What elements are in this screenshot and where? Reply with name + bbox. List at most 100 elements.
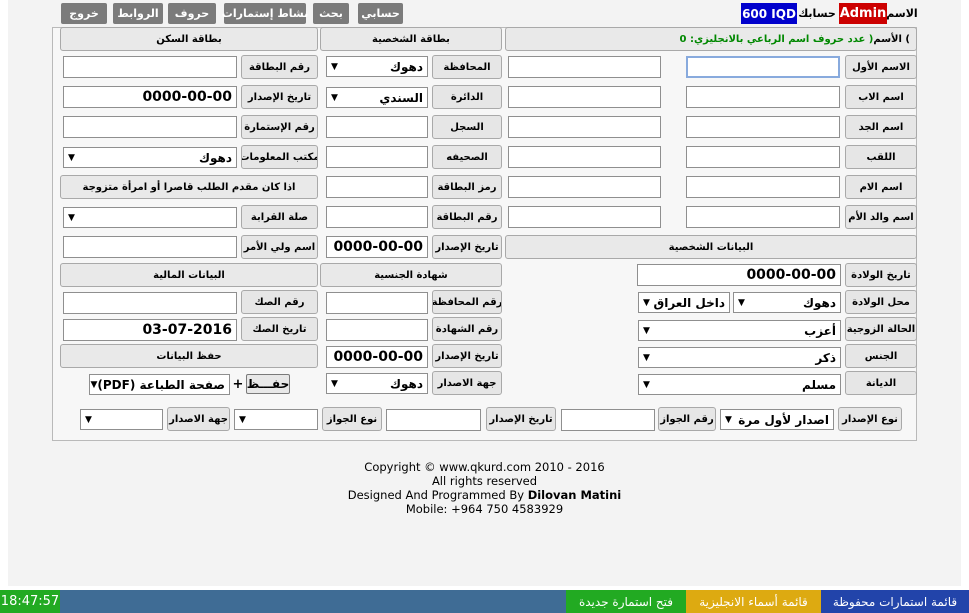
footer: Copyright © www.qkurd.com 2010 - 2016 Al…: [0, 460, 969, 516]
id-issue-date-label: تاريخ الإصدار: [432, 235, 502, 259]
dropdown-arrow-icon: ▼: [90, 379, 98, 390]
birth-city-value: دهوك: [803, 295, 836, 310]
plus-sign: +: [232, 376, 244, 392]
first-name-input[interactable]: [686, 56, 840, 78]
marital-status-select[interactable]: أعزب ▼: [638, 320, 841, 341]
mother-name-input[interactable]: [686, 176, 840, 198]
governorate-value: دهوك: [390, 59, 423, 74]
english-names-tab[interactable]: قائمة أسماء الانجليزية: [686, 590, 821, 613]
my-account-button[interactable]: حسابي: [358, 3, 403, 24]
page-input[interactable]: [326, 146, 428, 168]
cert-issue-date-label: تاريخ الإصدار: [432, 344, 502, 368]
clock: 18:47:57: [0, 590, 60, 613]
record-input[interactable]: [326, 116, 428, 138]
residence-card-number-input[interactable]: [63, 56, 237, 78]
card-code-input[interactable]: [326, 176, 428, 198]
dropdown-arrow-icon: ▼: [68, 152, 75, 163]
id-issue-date-input[interactable]: 0000-00-00: [326, 236, 428, 258]
save-button[interactable]: حفـــظ: [246, 374, 290, 394]
designer-name: Dilovan Matini: [527, 488, 622, 502]
passport-issue-date-label: تاريخ الإصدار: [486, 407, 556, 431]
mother-name-en-input[interactable]: [508, 176, 661, 198]
grandfather-name-input[interactable]: [686, 116, 840, 138]
logout-button[interactable]: خروج: [61, 3, 107, 24]
mobile-text: Mobile: +964 750 4583929: [405, 502, 564, 516]
grandfather-name-en-input[interactable]: [508, 116, 661, 138]
surname-label: اللقب: [845, 145, 917, 169]
deed-number-input[interactable]: [63, 292, 237, 314]
saved-forms-tab[interactable]: قائمة استمارات محفوظة: [821, 590, 969, 613]
passport-issuer-select[interactable]: ▼: [80, 409, 163, 430]
dropdown-arrow-icon: ▼: [85, 414, 92, 425]
card-code-label: رمز البطاقة: [432, 175, 502, 199]
info-office-select[interactable]: دهوك ▼: [63, 147, 237, 168]
user-badge[interactable]: Admin: [839, 3, 887, 24]
governorate-select[interactable]: دهوك ▼: [326, 56, 428, 77]
issue-type-select[interactable]: اصدار لأول مرة ▼: [720, 409, 834, 430]
passport-issue-date-input[interactable]: [386, 409, 481, 431]
print-select[interactable]: صفحة الطباعة (PDF) ▼: [89, 374, 230, 395]
gender-select[interactable]: ذكر ▼: [638, 347, 841, 368]
dropdown-arrow-icon: ▼: [331, 378, 338, 389]
kinship-select[interactable]: ▼: [63, 207, 237, 228]
father-name-input[interactable]: [686, 86, 840, 108]
issue-type-value: اصدار لأول مرة: [738, 412, 829, 427]
cert-issue-date-input[interactable]: 0000-00-00: [326, 346, 428, 368]
info-office-value: دهوك: [199, 150, 232, 165]
financial-data-header: البيانات المالية: [60, 263, 318, 287]
surname-input[interactable]: [686, 146, 840, 168]
district-select[interactable]: السندي ▼: [326, 87, 428, 108]
dropdown-arrow-icon: ▼: [643, 325, 650, 336]
designer-line: Designed And Programmed By Dilovan Matin…: [0, 488, 969, 502]
cert-number-input[interactable]: [326, 319, 428, 341]
dropdown-arrow-icon: ▼: [239, 414, 246, 425]
page: الاسم Admin حسابك 600 IQD حسابي بحث نشاط…: [0, 0, 969, 613]
religion-value: مسلم: [802, 377, 836, 392]
birth-region-select[interactable]: داخل العراق ▼: [638, 292, 730, 313]
cert-issuer-label: جهة الاصدار: [432, 371, 502, 395]
religion-label: الديانة: [845, 371, 917, 395]
forms-activity-button[interactable]: نشاط إستمارات: [222, 3, 308, 24]
first-name-en-input[interactable]: [508, 56, 661, 78]
surname-en-input[interactable]: [508, 146, 661, 168]
record-label: السجل: [432, 115, 502, 139]
search-button[interactable]: بحث: [313, 3, 349, 24]
birth-city-select[interactable]: دهوك ▼: [733, 292, 841, 313]
religion-select[interactable]: مسلم ▼: [638, 374, 841, 395]
mother-father-en-input[interactable]: [508, 206, 661, 228]
gender-value: ذكر: [815, 350, 836, 365]
marital-status-value: أعزب: [804, 323, 836, 338]
letters-button[interactable]: حروف: [168, 3, 216, 24]
save-data-header: حفظ البيانات: [60, 344, 318, 368]
dropdown-arrow-icon: ▼: [331, 61, 338, 72]
new-form-tab[interactable]: فتح استمارة جديدة: [566, 590, 686, 613]
card-number-input[interactable]: [326, 206, 428, 228]
first-name-label: الاسم الأول: [845, 55, 917, 79]
residence-issue-date-input[interactable]: 0000-00-00: [63, 86, 237, 108]
guardian-input[interactable]: [63, 236, 237, 258]
rights-text: All rights reserved: [431, 474, 538, 488]
personal-data-header: البيانات الشخصية: [505, 235, 917, 259]
residence-issue-date-label: تاريخ الإصدار: [241, 85, 318, 109]
card-number-label: رقم البطاقة: [432, 205, 502, 229]
mother-name-label: اسم الام: [845, 175, 917, 199]
birth-date-input[interactable]: 0000-00-00: [637, 264, 841, 286]
grandfather-name-label: اسم الجد: [845, 115, 917, 139]
form-number-input[interactable]: [63, 116, 237, 138]
father-name-en-input[interactable]: [508, 86, 661, 108]
name-label: الاسم: [886, 7, 918, 20]
deed-date-input[interactable]: 03-07-2016: [63, 319, 237, 341]
birth-region-value: داخل العراق: [653, 295, 725, 310]
account-label: حسابك: [798, 7, 836, 20]
mother-father-input[interactable]: [686, 206, 840, 228]
district-value: السندي: [379, 90, 423, 105]
governorate-number-input[interactable]: [326, 292, 428, 314]
passport-number-input[interactable]: [561, 409, 655, 431]
dropdown-arrow-icon: ▼: [331, 92, 338, 103]
passport-type-select[interactable]: ▼: [234, 409, 318, 430]
cert-issuer-select[interactable]: دهوك ▼: [326, 373, 428, 394]
name-header-label: الأسم (: [873, 33, 910, 45]
passport-number-label: رقم الجواز: [658, 407, 716, 431]
links-button[interactable]: الروابط: [113, 3, 163, 24]
info-office-label: مكتب المعلومات: [241, 145, 318, 169]
